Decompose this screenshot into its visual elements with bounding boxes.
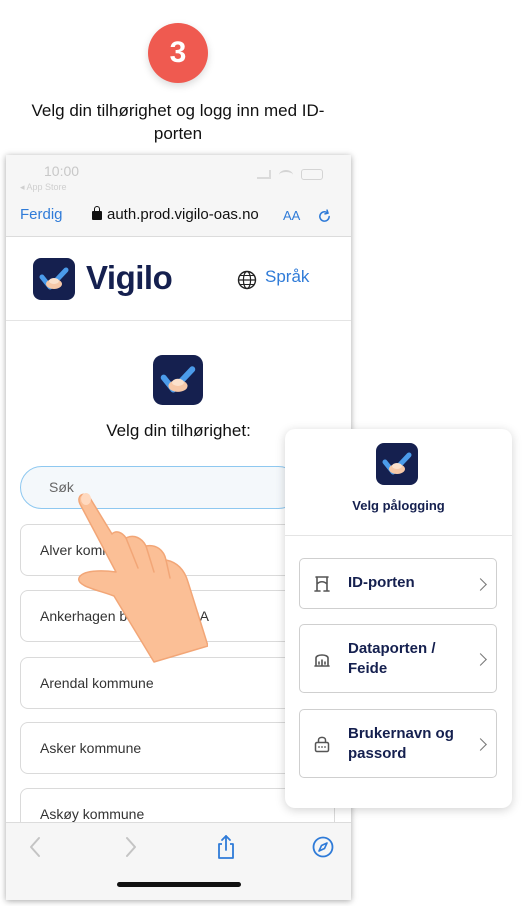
vigilo-app-icon [153,355,203,405]
globe-icon[interactable] [237,270,257,290]
battery-icon [301,169,323,180]
forward-arrow-icon[interactable] [124,836,138,858]
share-icon[interactable] [216,834,236,860]
login-panel-title: Velg pålogging [352,498,445,513]
browser-bottom-toolbar [6,822,351,900]
text-size-button[interactable]: AA [283,208,300,223]
login-option-label: Dataporten / Feide [348,640,436,677]
back-to-app-store[interactable]: ◂ App Store [20,182,67,193]
instruction-text: Velg din tilhørighet og logg inn med ID-… [31,101,325,143]
home-indicator [117,882,241,887]
url-address[interactable]: auth.prod.vigilo-oas.no [107,206,259,223]
chevron-right-icon [474,653,487,666]
site-header: Vigilo Språk [6,237,351,321]
vigilo-app-icon [376,443,418,485]
feide-icon [314,654,330,667]
status-icons [257,169,323,180]
vigilo-logo-icon [33,258,75,300]
wifi-icon [279,169,293,180]
login-method-panel: Velg pålogging ID-porten Dataporten / Fe… [285,429,512,808]
signal-icon [257,170,271,179]
language-link[interactable]: Språk [265,267,309,287]
login-option-id-porten[interactable]: ID-porten [299,558,497,609]
login-option-password[interactable]: Brukernavn og passord [299,709,497,778]
login-option-feide[interactable]: Dataporten / Feide [299,624,497,693]
back-arrow-icon[interactable] [28,836,42,858]
status-bar: 10:00 ◂ App Store [6,155,351,197]
login-option-label: Brukernavn og passord [348,725,454,762]
reload-icon[interactable] [316,208,333,225]
status-time: 10:00 [44,163,80,179]
login-option-label: ID-porten [348,574,415,591]
password-lock-icon [314,736,330,753]
lock-icon [92,206,102,220]
pointing-hand-icon [78,493,208,663]
step-number-badge: 3 [148,23,208,83]
chevron-right-icon [474,738,487,751]
done-button[interactable]: Ferdig [20,206,63,223]
divider [285,535,512,536]
chevron-right-icon [474,578,487,591]
compass-icon[interactable] [312,836,334,858]
browser-url-bar: Ferdig auth.prod.vigilo-oas.no AA [6,197,351,237]
id-porten-icon [314,576,330,592]
brand-name: Vigilo [86,259,173,296]
